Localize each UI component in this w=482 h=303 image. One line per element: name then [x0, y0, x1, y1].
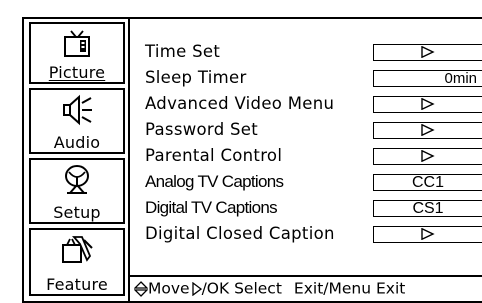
- play-arrow-icon: [421, 98, 435, 110]
- menu-item-label: Password Set: [145, 120, 259, 139]
- sidebar-item-label: Setup: [53, 203, 101, 222]
- value-box[interactable]: [373, 148, 482, 165]
- value-box[interactable]: [373, 122, 482, 139]
- speaker-icon: [31, 93, 123, 127]
- status-ok-select: /OK Select: [201, 279, 282, 298]
- value-box[interactable]: [373, 226, 482, 243]
- sidebar-item-picture[interactable]: Picture: [29, 22, 125, 84]
- menu-item-label: Sleep Timer: [145, 68, 247, 87]
- value-box[interactable]: [373, 96, 482, 113]
- osd-menu-frame: Picture Audio Setup Feature Time Set Sle…: [22, 17, 482, 303]
- menu-item-label: Digital Closed Caption: [145, 224, 335, 243]
- play-arrow-icon: [421, 228, 435, 240]
- tv-icon: [31, 27, 123, 61]
- menu-item-label: Parental Control: [145, 146, 283, 165]
- status-move: Move: [148, 279, 190, 298]
- sidebar-item-label: Picture: [48, 63, 106, 82]
- value-box[interactable]: [373, 44, 482, 61]
- sidebar-item-label: Audio: [53, 133, 101, 152]
- up-down-arrow-icon: [133, 280, 149, 297]
- satellite-dish-icon: [31, 163, 123, 197]
- status-bar: Move /OK Select Exit/Menu Exit: [130, 275, 482, 301]
- right-arrow-icon: [191, 281, 202, 296]
- sidebar-item-label: Feature: [46, 275, 108, 294]
- menu-item-value: CS1: [412, 200, 444, 217]
- tools-icon: [31, 233, 123, 267]
- menu-item-value: 0min: [444, 70, 477, 87]
- menu-item-label: Digital TV Captions: [145, 198, 278, 217]
- play-arrow-icon: [421, 46, 435, 58]
- play-arrow-icon: [421, 124, 435, 136]
- sidebar: Picture Audio Setup Feature: [24, 19, 130, 301]
- feature-menu-list: Time Set Sleep Timer 0min Advanced Video…: [130, 19, 482, 275]
- menu-item-value: CC1: [411, 174, 444, 191]
- value-box[interactable]: 0min: [373, 70, 482, 87]
- status-exit: Exit/Menu Exit: [293, 279, 406, 298]
- value-box[interactable]: CC1: [373, 174, 482, 191]
- value-box[interactable]: CS1: [373, 200, 482, 217]
- sidebar-item-audio[interactable]: Audio: [29, 88, 125, 154]
- menu-item-label: Time Set: [145, 42, 221, 61]
- sidebar-item-feature[interactable]: Feature: [29, 228, 125, 296]
- menu-item-label: Advanced Video Menu: [145, 94, 335, 113]
- play-arrow-icon: [421, 150, 435, 162]
- menu-item-label: Analog TV Captions: [145, 172, 284, 191]
- sidebar-item-setup[interactable]: Setup: [29, 158, 125, 224]
